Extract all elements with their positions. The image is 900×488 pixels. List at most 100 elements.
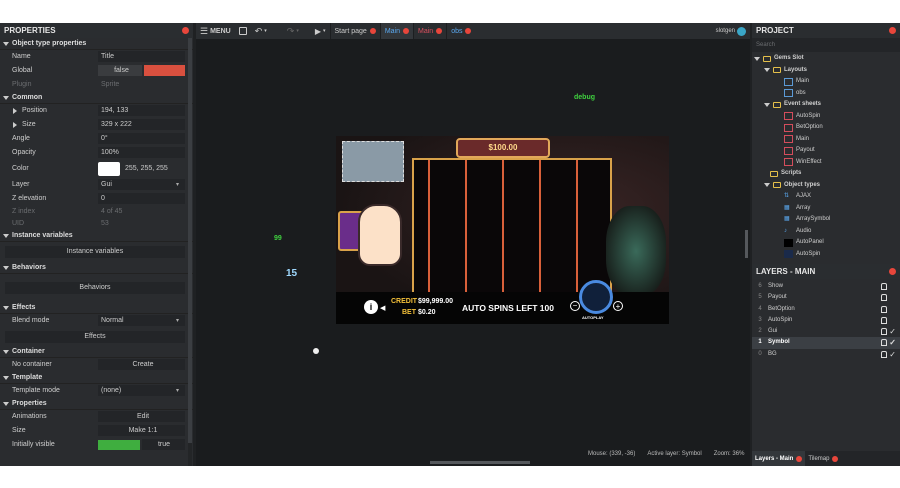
angle-field[interactable]: 0° bbox=[98, 133, 185, 144]
tree-layouts[interactable]: Layouts bbox=[754, 65, 900, 77]
layer-row-payout[interactable]: 5 Payout bbox=[752, 292, 900, 303]
expand-icon[interactable] bbox=[13, 108, 17, 114]
user-account[interactable]: slotgen bbox=[712, 23, 750, 39]
tab-main-events[interactable]: Main bbox=[413, 23, 446, 39]
section-properties[interactable]: Properties bbox=[0, 398, 193, 410]
visible-toggle[interactable]: true bbox=[142, 439, 185, 450]
template-mode-select[interactable]: (none) bbox=[98, 385, 185, 396]
properties-scrollbar[interactable] bbox=[188, 38, 192, 466]
position-field[interactable]: 194, 133 bbox=[98, 105, 185, 116]
visibility-check-icon[interactable]: ✓ bbox=[889, 349, 896, 360]
name-field[interactable]: Title bbox=[98, 51, 185, 62]
vertical-scrollbar[interactable] bbox=[745, 230, 748, 258]
minus-button[interactable]: − bbox=[570, 301, 580, 311]
size-field[interactable]: 329 x 222 bbox=[98, 119, 185, 130]
close-tab-icon[interactable] bbox=[436, 28, 443, 34]
global-toggle-bar[interactable] bbox=[144, 65, 185, 76]
save-button[interactable] bbox=[235, 23, 251, 39]
tree-object-autospin[interactable]: AutoSpin bbox=[754, 249, 900, 261]
tree-event-wineffect[interactable]: WinEffect bbox=[754, 157, 900, 169]
preview-button[interactable]: ▶ ▾ bbox=[311, 23, 330, 39]
layer-row-autospin[interactable]: 3 AutoSpin bbox=[752, 315, 900, 326]
section-container[interactable]: Container bbox=[0, 346, 193, 358]
info-icon[interactable]: i bbox=[364, 300, 378, 314]
layer-select[interactable]: Gui bbox=[98, 179, 185, 190]
layer-row-show[interactable]: 6 Show bbox=[752, 281, 900, 292]
tab-start-page[interactable]: Start page bbox=[329, 23, 380, 39]
selected-sprite-title[interactable] bbox=[342, 141, 404, 182]
sound-icon[interactable]: ◀ bbox=[380, 304, 385, 312]
tree-object-array[interactable]: ▦ Array bbox=[754, 203, 900, 215]
layers-close-button[interactable] bbox=[889, 268, 896, 275]
tab-layers-main[interactable]: Layers - Main bbox=[752, 451, 806, 466]
spin-button[interactable] bbox=[579, 280, 613, 314]
horizontal-scrollbar[interactable] bbox=[430, 461, 530, 464]
lock-icon[interactable] bbox=[881, 305, 887, 313]
close-tab-icon[interactable] bbox=[465, 28, 472, 34]
plus-button[interactable]: + bbox=[613, 301, 623, 311]
tree-object-arraysymbol[interactable]: ▦ ArraySymbol bbox=[754, 214, 900, 226]
tree-layout-obs[interactable]: obs bbox=[754, 88, 900, 100]
section-behaviors[interactable]: Behaviors bbox=[0, 262, 193, 274]
instance-variables-button[interactable]: Instance variables bbox=[5, 246, 185, 258]
make-1-1-button[interactable]: Make 1:1 bbox=[98, 425, 185, 436]
blend-mode-select[interactable]: Normal bbox=[98, 315, 185, 326]
expand-icon[interactable] bbox=[13, 122, 17, 128]
tree-event-autospin[interactable]: AutoSpin bbox=[754, 111, 900, 123]
lock-icon[interactable] bbox=[881, 294, 887, 302]
edit-animations-button[interactable]: Edit bbox=[98, 411, 185, 422]
lock-icon[interactable] bbox=[881, 339, 887, 347]
close-tab-icon[interactable] bbox=[796, 455, 803, 462]
opacity-field[interactable]: 100% bbox=[98, 147, 185, 158]
tab-tilemap[interactable]: Tilemap bbox=[805, 451, 841, 466]
tree-object-audio[interactable]: ♪ Audio bbox=[754, 226, 900, 238]
color-value[interactable]: 255, 255, 255 bbox=[125, 160, 168, 178]
tree-scripts[interactable]: Scripts bbox=[754, 168, 900, 180]
tab-obs[interactable]: obs bbox=[446, 23, 475, 39]
section-effects[interactable]: Effects bbox=[0, 302, 193, 314]
project-close-button[interactable] bbox=[889, 27, 896, 34]
visible-toggle-bar[interactable] bbox=[98, 440, 140, 450]
undo-button[interactable]: ↶ ▾ bbox=[251, 23, 271, 39]
tree-event-betoption[interactable]: BetOption bbox=[754, 122, 900, 134]
origin-marker[interactable] bbox=[313, 348, 319, 354]
lock-icon[interactable] bbox=[881, 350, 887, 358]
close-tab-icon[interactable] bbox=[403, 28, 409, 34]
global-toggle[interactable]: false bbox=[98, 65, 142, 76]
tree-root[interactable]: Gems Slot bbox=[754, 53, 900, 65]
behaviors-button[interactable]: Behaviors bbox=[5, 282, 185, 294]
layer-row-betoption[interactable]: 4 BetOption bbox=[752, 304, 900, 315]
lock-icon[interactable] bbox=[881, 328, 887, 336]
tree-object-ajax[interactable]: ⇅ AJAX bbox=[754, 191, 900, 203]
redo-button[interactable]: ↷ ▾ bbox=[283, 23, 303, 39]
tab-main-layout[interactable]: Main bbox=[379, 23, 413, 39]
visibility-check-icon[interactable]: ✓ bbox=[889, 337, 896, 348]
layout-canvas[interactable]: ☰ MENU ↶ ▾ ↷ ▾ ▶ ▾ Start page Main Main obs … bbox=[196, 23, 750, 466]
close-tab-icon[interactable] bbox=[832, 455, 839, 462]
layer-row-gui[interactable]: 2 Gui ✓ bbox=[752, 326, 900, 337]
zelevation-field[interactable]: 0 bbox=[98, 193, 185, 204]
game-preview[interactable]: $100.00 i ◀ CREDIT $99,999.00 BET $0.20 … bbox=[336, 136, 669, 324]
project-search-input[interactable]: Search bbox=[752, 38, 900, 52]
tree-event-payout[interactable]: Payout bbox=[754, 145, 900, 157]
effects-button[interactable]: Effects bbox=[5, 331, 185, 343]
menu-button[interactable]: ☰ MENU bbox=[196, 23, 235, 39]
layer-row-symbol[interactable]: 1 Symbol ✓ bbox=[752, 337, 900, 349]
visibility-check-icon[interactable]: ✓ bbox=[889, 326, 896, 337]
tree-objecttypes[interactable]: Object types bbox=[754, 180, 900, 192]
properties-close-button[interactable] bbox=[182, 27, 189, 34]
layer-row-bg[interactable]: 0 BG ✓ bbox=[752, 349, 900, 360]
lock-icon[interactable] bbox=[881, 283, 887, 290]
color-swatch[interactable] bbox=[98, 162, 120, 176]
create-container-button[interactable]: Create bbox=[98, 359, 185, 370]
tree-layout-main[interactable]: Main bbox=[754, 76, 900, 88]
section-object-type[interactable]: Object type properties bbox=[0, 38, 193, 50]
section-template[interactable]: Template bbox=[0, 372, 193, 384]
section-common[interactable]: Common bbox=[0, 92, 193, 104]
close-tab-icon[interactable] bbox=[369, 28, 376, 34]
tree-eventsheets[interactable]: Event sheets bbox=[754, 99, 900, 111]
section-instance-variables[interactable]: Instance variables bbox=[0, 230, 193, 242]
lock-icon[interactable] bbox=[881, 316, 887, 324]
tree-event-main[interactable]: Main bbox=[754, 134, 900, 146]
tree-object-autopanel[interactable]: AutoPanel bbox=[754, 237, 900, 249]
